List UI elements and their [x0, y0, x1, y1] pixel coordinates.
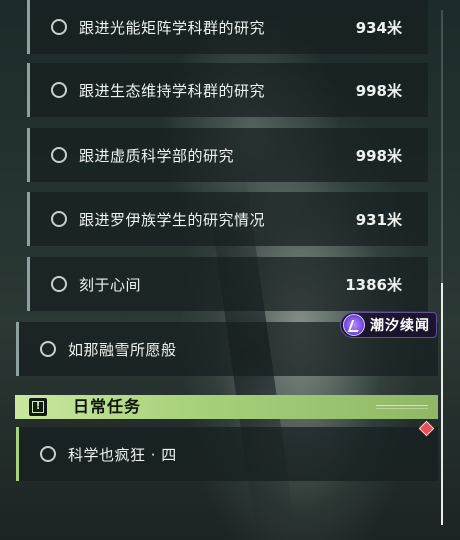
header-decoration: [376, 405, 428, 409]
quest-distance: 998米: [355, 147, 402, 165]
quest-status-circle-icon: [40, 446, 56, 462]
quest-distance: 998米: [355, 82, 402, 100]
tidal-tracker-badge[interactable]: 潮汐续闻: [340, 312, 437, 338]
quest-row-accent: [16, 322, 19, 376]
quest-label: 跟进生态维持学科群的研究: [79, 82, 266, 100]
quest-label: 跟进虚质科学部的研究: [79, 147, 235, 165]
quest-status-circle-icon: [51, 211, 67, 227]
quest-row-accent: [27, 192, 30, 246]
scrollbar-thumb[interactable]: [441, 283, 443, 525]
quest-label: 跟进罗伊族学生的研究情况: [79, 211, 266, 229]
quest-row-accent: [16, 427, 19, 481]
quest-label: 跟进光能矩阵学科群的研究: [79, 19, 266, 37]
quest-status-circle-icon: [51, 147, 67, 163]
quest-row-accent: [27, 257, 30, 311]
exclamation-box-icon: !: [29, 398, 47, 416]
quest-row-accent: [27, 0, 30, 54]
quest-row-accent: [27, 63, 30, 117]
quest-row[interactable]: 跟进生态维持学科群的研究 998米: [27, 63, 428, 117]
quest-label: 如那融雪所愿般: [68, 341, 177, 359]
daily-tasks-header[interactable]: ! 日常任务: [15, 395, 438, 419]
quest-row[interactable]: 跟进虚质科学部的研究 998米: [27, 128, 428, 182]
quest-status-circle-icon: [40, 341, 56, 357]
quest-label: 刻于心间: [79, 276, 142, 294]
quest-status-circle-icon: [51, 19, 67, 35]
quest-distance: 1386米: [345, 276, 402, 294]
quest-distance: 934米: [355, 19, 402, 37]
quest-row[interactable]: 跟进罗伊族学生的研究情况 931米: [27, 192, 428, 246]
quest-status-circle-icon: [51, 276, 67, 292]
quest-row-accent: [27, 128, 30, 182]
quest-row[interactable]: 刻于心间 1386米: [27, 257, 428, 311]
quest-row[interactable]: 跟进光能矩阵学科群的研究 934米: [27, 0, 428, 54]
quest-distance: 931米: [355, 211, 402, 229]
daily-task-row[interactable]: 科学也疯狂 · 四: [16, 427, 438, 481]
wave-emblem-icon: [343, 314, 365, 336]
quest-label: 科学也疯狂 · 四: [68, 446, 177, 464]
daily-tasks-title: 日常任务: [73, 397, 142, 416]
tracker-badge-label: 潮汐续闻: [370, 318, 430, 334]
quest-status-circle-icon: [51, 82, 67, 98]
